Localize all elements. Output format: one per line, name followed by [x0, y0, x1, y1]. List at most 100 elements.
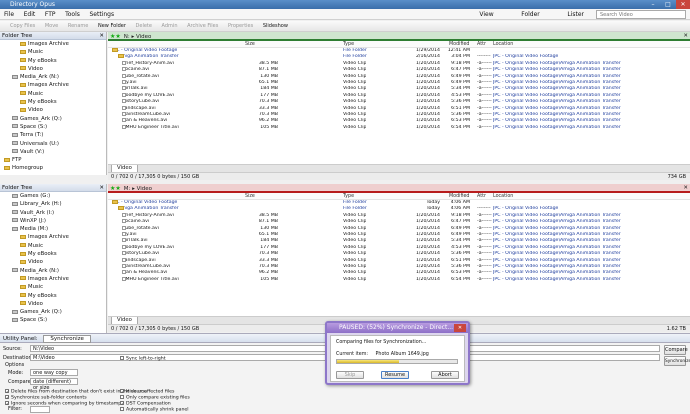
bottom-path-bar[interactable]: ★★ M: ▸ Video ✕ — [108, 184, 690, 193]
slideshow-button[interactable]: Slideshow — [259, 21, 292, 32]
checkbox-icon[interactable]: ✓ — [5, 395, 9, 400]
utility-mode-select[interactable]: Synchronize — [43, 335, 91, 343]
column-size[interactable]: Size — [245, 193, 255, 200]
move-button[interactable]: Move — [41, 21, 62, 32]
menu-view[interactable]: View — [473, 9, 499, 20]
abort-button[interactable]: Abort — [431, 371, 459, 379]
checkbox-icon[interactable]: ✓ — [120, 389, 124, 394]
rename-button[interactable]: Rename — [64, 21, 93, 32]
checkbox-icon[interactable]: ✓ — [120, 401, 124, 406]
tree-item[interactable]: Images Archive — [0, 81, 106, 89]
compare-button[interactable]: Compare — [664, 345, 688, 355]
tree-item[interactable]: Video — [0, 300, 106, 308]
close-lister-icon[interactable]: ✕ — [683, 32, 688, 41]
tree-item[interactable]: Games_Ark (Q:) — [0, 115, 106, 123]
tree-item[interactable]: Media_Ark (N:) — [0, 73, 106, 81]
tree-item[interactable]: Video — [0, 258, 106, 266]
tree-item[interactable]: Games (G:) — [0, 192, 106, 200]
tree-item[interactable]: Media (M:) — [0, 225, 106, 233]
attr-cell: -a------ — [477, 124, 492, 130]
file-row[interactable]: NMHU Engineer Title.avi 105 MB Video Clip 1… — [108, 276, 690, 283]
tree-item[interactable]: Images Archive — [0, 233, 106, 241]
tree-item[interactable]: My eBooks — [0, 98, 106, 106]
checkbox-icon[interactable] — [120, 407, 124, 411]
menu-tools[interactable]: Tools — [61, 9, 84, 20]
column-attr[interactable]: Attr — [477, 193, 486, 200]
resume-button[interactable]: Resume — [381, 371, 409, 379]
menu-settings[interactable]: Settings — [85, 9, 118, 20]
tree-item[interactable]: Media_Ark (N:) — [0, 267, 106, 275]
menu-ftp[interactable]: FTP — [41, 9, 60, 20]
tree-item[interactable]: Space (S:) — [0, 316, 106, 324]
column-size[interactable]: Size — [245, 41, 255, 48]
tree-item[interactable]: Library_Ark (H:) — [0, 200, 106, 208]
tree-item[interactable]: My eBooks — [0, 292, 106, 300]
file-row[interactable]: NMHU Engineer Title.avi 105 MB Video Clip 1… — [108, 124, 690, 131]
column-attr[interactable]: Attr — [477, 41, 486, 48]
favorites-icon[interactable]: ★★ — [110, 185, 121, 192]
close-lister-icon[interactable]: ✕ — [683, 184, 688, 193]
tree-item[interactable]: Universals (U:) — [0, 140, 106, 148]
synchronize-button[interactable]: Synchronize — [664, 356, 690, 366]
menu-edit[interactable]: Edit — [20, 9, 40, 20]
properties-button[interactable]: Properties — [224, 21, 257, 32]
option-checkbox[interactable]: ✓ Synchronize sub-folder contents — [5, 395, 87, 401]
search-input[interactable]: Search Video — [596, 10, 686, 19]
tree-item[interactable]: Space (S:) — [0, 123, 106, 131]
menu-lister[interactable]: Lister — [561, 9, 590, 20]
favorites-icon[interactable]: ★★ — [110, 33, 121, 40]
tree-item[interactable]: Music — [0, 90, 106, 98]
column-location[interactable]: Location — [493, 41, 513, 48]
checkbox-icon[interactable] — [120, 356, 124, 360]
admin-button[interactable]: Admin — [158, 21, 182, 32]
video-file-icon — [122, 251, 126, 256]
mode-select[interactable]: one way copy — [30, 369, 78, 376]
column-location[interactable]: Location — [493, 193, 513, 200]
minimize-icon[interactable]: – — [646, 0, 660, 9]
column-modified[interactable]: Modified — [449, 193, 469, 200]
tree-item[interactable]: Homegroup — [0, 164, 106, 172]
option-checkbox[interactable]: Automatically shrink panel — [120, 407, 189, 413]
tree-item[interactable]: Video — [0, 106, 106, 114]
menu-folder[interactable]: Folder — [515, 9, 546, 20]
tree-item[interactable]: Images Archive — [0, 275, 106, 283]
top-path-bar[interactable]: ★★ N: ▸ Video ✕ — [108, 32, 690, 41]
tree-item[interactable]: Vault (V:) — [0, 148, 106, 156]
menu-file[interactable]: File — [0, 9, 18, 20]
tree-item[interactable]: Vault_Ark (I:) — [0, 209, 106, 217]
tree-item[interactable]: WinXP (J:) — [0, 217, 106, 225]
archive-files-button[interactable]: Archive Files — [183, 21, 222, 32]
checkbox-icon[interactable]: ✓ — [5, 401, 9, 406]
dialog-close-icon[interactable]: ✕ — [454, 324, 466, 332]
maximize-icon[interactable]: □ — [661, 0, 675, 9]
skip-button[interactable]: Skip — [336, 371, 364, 379]
option-checkbox[interactable]: ✓ Hide unaffected files — [120, 389, 174, 395]
option-checkbox[interactable]: ✓ Ignore seconds when comparing by timest… — [5, 401, 121, 407]
copy-files-button[interactable]: Copy Files — [6, 21, 39, 32]
tree-item[interactable]: Music — [0, 283, 106, 291]
close-icon[interactable]: ✕ — [676, 0, 690, 9]
option-checkbox[interactable]: Sync left-to-right — [120, 356, 166, 362]
checkbox-icon[interactable] — [120, 395, 124, 399]
tree-item[interactable]: Games_Ark (Q:) — [0, 308, 106, 316]
tree-item[interactable]: My eBooks — [0, 250, 106, 258]
close-panel-icon[interactable]: ✕ — [99, 32, 104, 40]
filter-field[interactable] — [30, 406, 50, 413]
option-checkbox[interactable]: ✓ DST Compensation — [120, 401, 171, 407]
tree-item[interactable]: Video — [0, 65, 106, 73]
option-checkbox[interactable]: Only compare existing files — [120, 395, 190, 401]
close-panel-icon[interactable]: ✕ — [99, 184, 104, 192]
checkbox-icon[interactable]: ✓ — [5, 389, 9, 394]
column-type[interactable]: Type — [343, 41, 354, 48]
tree-item[interactable]: Music — [0, 242, 106, 250]
tree-item[interactable]: Terra (T:) — [0, 131, 106, 139]
tree-item[interactable]: My eBooks — [0, 57, 106, 65]
compare-select[interactable]: date (different) or size — [30, 378, 78, 391]
delete-button[interactable]: Delete — [132, 21, 156, 32]
tree-item[interactable]: FTP — [0, 156, 106, 164]
column-modified[interactable]: Modified — [449, 41, 469, 48]
tree-item[interactable]: Music — [0, 48, 106, 56]
column-type[interactable]: Type — [343, 193, 354, 200]
new-folder-button[interactable]: New Folder — [94, 21, 130, 32]
tree-item[interactable]: Images Archive — [0, 40, 106, 48]
